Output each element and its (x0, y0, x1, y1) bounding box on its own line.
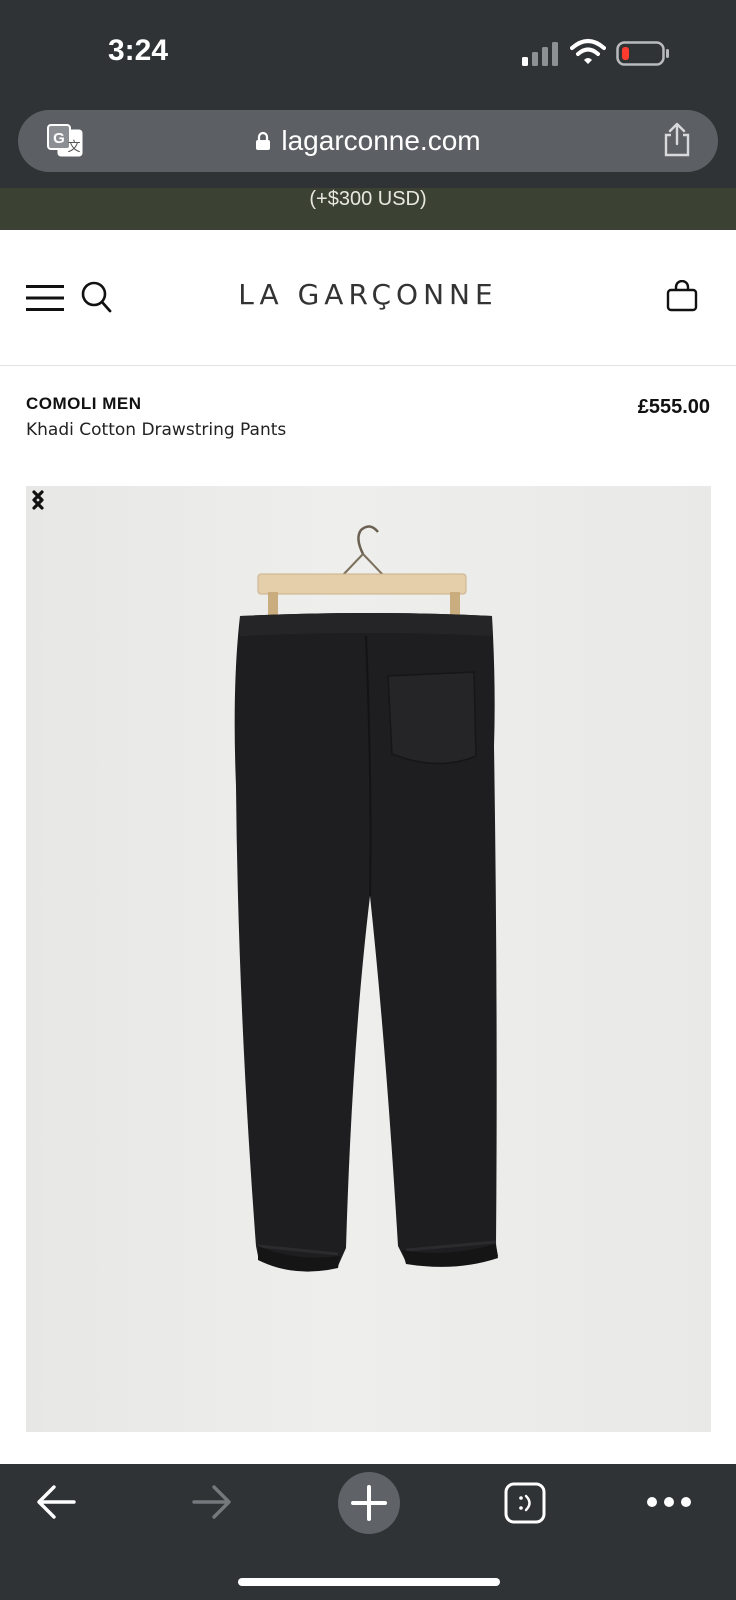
wifi-icon (570, 39, 606, 64)
product-name: Khadi Cotton Drawstring Pants (26, 420, 287, 440)
address-bar[interactable]: G 文 lagarconne.com (18, 110, 718, 172)
browser-toolbar (0, 1464, 736, 1600)
status-bar: 3:24 (0, 0, 736, 100)
product-brand[interactable]: COMOLI MEN (26, 394, 142, 414)
new-tab-button[interactable] (338, 1472, 400, 1534)
promo-text: (+$300 USD) (309, 188, 427, 210)
promo-banner: (+$300 USD) (0, 188, 736, 230)
more-dots-icon[interactable] (646, 1494, 692, 1510)
battery-low-icon (616, 41, 669, 66)
pants-illustration (234, 525, 498, 1272)
site-header: LA GARÇONNE (0, 230, 736, 366)
plus-icon (351, 1485, 387, 1521)
forward-arrow-icon[interactable] (190, 1482, 234, 1522)
share-icon[interactable] (662, 122, 692, 158)
product-image[interactable] (26, 486, 711, 1432)
cellular-signal-icon (522, 42, 558, 66)
site-logo[interactable]: LA GARÇONNE (0, 278, 736, 311)
status-time: 3:24 (108, 34, 169, 67)
chevron-right-icon[interactable] (26, 486, 50, 514)
web-page: LA GARÇONNE COMOLI MEN Khadi Cotton Draw… (0, 230, 736, 1464)
back-arrow-icon[interactable] (34, 1482, 78, 1522)
home-indicator[interactable] (238, 1578, 500, 1586)
url-display[interactable]: lagarconne.com (18, 110, 718, 172)
shopping-bag-icon[interactable] (666, 280, 698, 312)
url-text: lagarconne.com (281, 125, 481, 156)
tab-switcher-icon[interactable] (504, 1482, 546, 1524)
product-price: £555.00 (637, 396, 710, 418)
lock-icon (256, 131, 271, 150)
